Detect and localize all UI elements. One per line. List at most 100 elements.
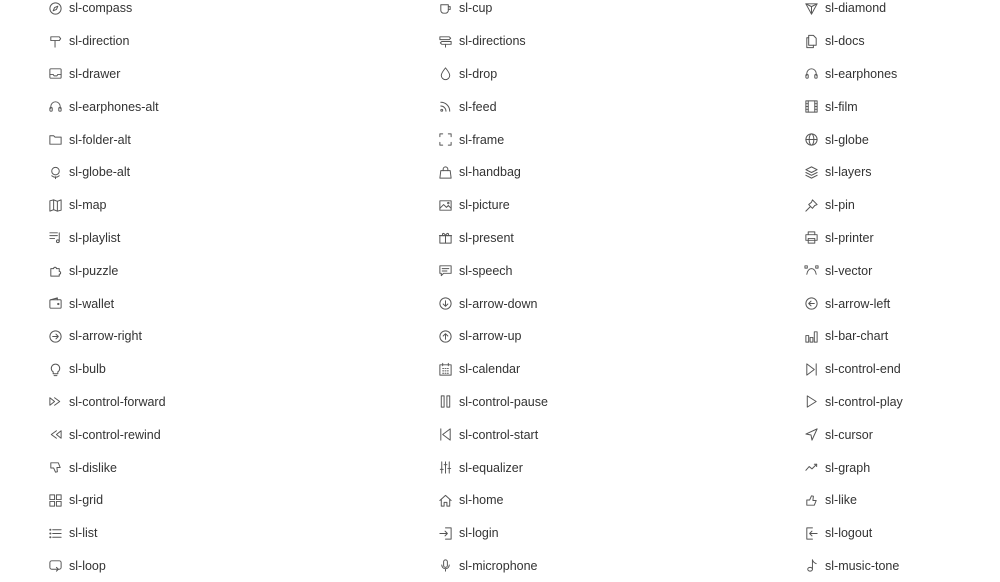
icon-entry-sl-globe[interactable]: sl-globe xyxy=(804,123,903,156)
cup-icon xyxy=(438,1,453,16)
icon-entry-sl-list[interactable]: sl-list xyxy=(48,517,166,550)
icon-entry-sl-printer[interactable]: sl-printer xyxy=(804,222,903,255)
icon-entry-sl-earphones[interactable]: sl-earphones xyxy=(804,58,903,91)
docs-icon xyxy=(804,34,819,49)
icon-entry-sl-logout[interactable]: sl-logout xyxy=(804,517,903,550)
icon-entry-sl-layers[interactable]: sl-layers xyxy=(804,156,903,189)
icon-entry-sl-folder-alt[interactable]: sl-folder-alt xyxy=(48,123,166,156)
icon-label: sl-control-forward xyxy=(69,394,166,409)
control-forward-icon xyxy=(48,394,63,409)
icon-entry-sl-playlist[interactable]: sl-playlist xyxy=(48,222,166,255)
speech-icon xyxy=(438,263,453,278)
icon-label: sl-loop xyxy=(69,558,106,573)
icon-label: sl-arrow-right xyxy=(69,329,142,344)
icon-label: sl-arrow-up xyxy=(459,329,522,344)
icon-entry-sl-feed[interactable]: sl-feed xyxy=(438,90,548,123)
icon-entry-sl-control-forward[interactable]: sl-control-forward xyxy=(48,386,166,419)
icon-entry-sl-puzzle[interactable]: sl-puzzle xyxy=(48,254,166,287)
icon-entry-sl-speech[interactable]: sl-speech xyxy=(438,254,548,287)
icon-label: sl-direction xyxy=(69,34,130,49)
wallet-icon xyxy=(48,296,63,311)
icon-entry-sl-dislike[interactable]: sl-dislike xyxy=(48,451,166,484)
icon-entry-sl-bulb[interactable]: sl-bulb xyxy=(48,353,166,386)
globe-icon xyxy=(804,132,819,147)
icon-entry-sl-control-play[interactable]: sl-control-play xyxy=(804,386,903,419)
icon-label: sl-picture xyxy=(459,198,510,213)
icon-label: sl-vector xyxy=(825,263,873,278)
arrow-up-icon xyxy=(438,329,453,344)
icon-entry-sl-arrow-left[interactable]: sl-arrow-left xyxy=(804,287,903,320)
icon-entry-sl-control-end[interactable]: sl-control-end xyxy=(804,353,903,386)
folder-alt-icon xyxy=(48,132,63,147)
icon-entry-sl-bar-chart[interactable]: sl-bar-chart xyxy=(804,320,903,353)
icon-entry-sl-vector[interactable]: sl-vector xyxy=(804,254,903,287)
icon-label: sl-bulb xyxy=(69,362,106,377)
icon-entry-sl-calendar[interactable]: sl-calendar xyxy=(438,353,548,386)
control-start-icon xyxy=(438,427,453,442)
icon-label: sl-map xyxy=(69,198,107,213)
icon-entry-sl-control-pause[interactable]: sl-control-pause xyxy=(438,386,548,419)
icon-entry-sl-docs[interactable]: sl-docs xyxy=(804,25,903,58)
diamond-icon xyxy=(804,1,819,16)
icon-entry-sl-pin[interactable]: sl-pin xyxy=(804,189,903,222)
handbag-icon xyxy=(438,165,453,180)
icon-entry-sl-graph[interactable]: sl-graph xyxy=(804,451,903,484)
icon-entry-sl-loop[interactable]: sl-loop xyxy=(48,550,166,582)
icon-entry-sl-compass[interactable]: sl-compass xyxy=(48,0,166,25)
logout-icon xyxy=(804,526,819,541)
icon-entry-sl-equalizer[interactable]: sl-equalizer xyxy=(438,451,548,484)
icon-column-3: sl-diamond sl-docs sl-earphones sl-film sl-g… xyxy=(804,0,903,582)
icon-entry-sl-diamond[interactable]: sl-diamond xyxy=(804,0,903,25)
icon-entry-sl-microphone[interactable]: sl-microphone xyxy=(438,550,548,582)
icon-entry-sl-like[interactable]: sl-like xyxy=(804,484,903,517)
loop-icon xyxy=(48,558,63,573)
icon-label: sl-arrow-down xyxy=(459,296,538,311)
icon-label: sl-compass xyxy=(69,1,133,16)
icon-entry-sl-cup[interactable]: sl-cup xyxy=(438,0,548,25)
icon-entry-sl-arrow-down[interactable]: sl-arrow-down xyxy=(438,287,548,320)
graph-icon xyxy=(804,460,819,475)
earphones-alt-icon xyxy=(48,99,63,114)
icon-column-1: sl-compass sl-direction sl-drawer sl-earpho… xyxy=(48,0,166,582)
icon-entry-sl-present[interactable]: sl-present xyxy=(438,222,548,255)
icon-entry-sl-drop[interactable]: sl-drop xyxy=(438,58,548,91)
icon-entry-sl-direction[interactable]: sl-direction xyxy=(48,25,166,58)
icon-entry-sl-arrow-up[interactable]: sl-arrow-up xyxy=(438,320,548,353)
dislike-icon xyxy=(48,460,63,475)
equalizer-icon xyxy=(438,460,453,475)
arrow-down-icon xyxy=(438,296,453,311)
icon-entry-sl-grid[interactable]: sl-grid xyxy=(48,484,166,517)
icon-entry-sl-login[interactable]: sl-login xyxy=(438,517,548,550)
icon-entry-sl-frame[interactable]: sl-frame xyxy=(438,123,548,156)
icon-entry-sl-cursor[interactable]: sl-cursor xyxy=(804,418,903,451)
icon-entry-sl-handbag[interactable]: sl-handbag xyxy=(438,156,548,189)
icon-label: sl-globe xyxy=(825,132,869,147)
icon-entry-sl-control-rewind[interactable]: sl-control-rewind xyxy=(48,418,166,451)
icon-label: sl-earphones-alt xyxy=(69,99,159,114)
icon-entry-sl-earphones-alt[interactable]: sl-earphones-alt xyxy=(48,90,166,123)
icon-label: sl-layers xyxy=(825,165,872,180)
icon-entry-sl-wallet[interactable]: sl-wallet xyxy=(48,287,166,320)
calendar-icon xyxy=(438,362,453,377)
icon-label: sl-dislike xyxy=(69,460,117,475)
icon-entry-sl-map[interactable]: sl-map xyxy=(48,189,166,222)
icon-entry-sl-film[interactable]: sl-film xyxy=(804,90,903,123)
icon-entry-sl-control-start[interactable]: sl-control-start xyxy=(438,418,548,451)
icon-entry-sl-home[interactable]: sl-home xyxy=(438,484,548,517)
arrow-right-icon xyxy=(48,329,63,344)
icon-label: sl-cup xyxy=(459,1,493,16)
earphones-icon xyxy=(804,66,819,81)
icon-entry-sl-arrow-right[interactable]: sl-arrow-right xyxy=(48,320,166,353)
icon-label: sl-arrow-left xyxy=(825,296,891,311)
icon-label: sl-handbag xyxy=(459,165,521,180)
icon-label: sl-pin xyxy=(825,198,855,213)
icon-label: sl-film xyxy=(825,99,858,114)
icon-entry-sl-directions[interactable]: sl-directions xyxy=(438,25,548,58)
icon-label: sl-drawer xyxy=(69,66,121,81)
icon-label: sl-microphone xyxy=(459,558,538,573)
icon-entry-sl-music-tone[interactable]: sl-music-tone xyxy=(804,550,903,582)
icon-label: sl-login xyxy=(459,526,499,541)
icon-entry-sl-globe-alt[interactable]: sl-globe-alt xyxy=(48,156,166,189)
icon-entry-sl-drawer[interactable]: sl-drawer xyxy=(48,58,166,91)
icon-entry-sl-picture[interactable]: sl-picture xyxy=(438,189,548,222)
